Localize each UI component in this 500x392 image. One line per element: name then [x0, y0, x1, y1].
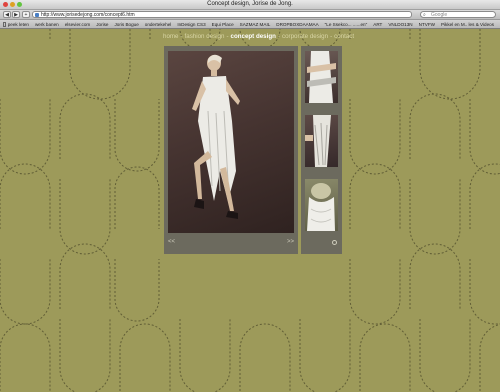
thumbnail-image[interactable]	[305, 179, 338, 231]
nav-link-contact[interactable]: contact	[334, 33, 354, 40]
page-content: home - fashion design - concept design - corpo…	[0, 29, 500, 392]
thumbnail-panel	[301, 46, 342, 254]
search-icon: ⌕	[423, 12, 426, 18]
add-bookmark-button[interactable]: +	[22, 11, 30, 18]
bookmark-item[interactable]: werk banen	[35, 22, 59, 27]
forward-button[interactable]: ▶	[12, 11, 20, 18]
nav-link-corporate-design[interactable]: corporate design	[282, 33, 328, 40]
thumbnail-detail-1	[307, 51, 336, 103]
nav-link-concept-design[interactable]: concept design	[231, 33, 276, 40]
address-text: http://www.jorisedejong.com/concept6.htm	[41, 12, 135, 18]
favicon-icon	[35, 13, 39, 17]
bookmarks-bar: peek leten werk banen elsevier.com Joris…	[0, 20, 500, 29]
zoom-window-icon[interactable]	[17, 2, 22, 7]
window-controls	[3, 2, 22, 7]
model-illustration	[192, 54, 240, 219]
next-button[interactable]: >>	[287, 239, 294, 245]
zoom-icon[interactable]	[332, 240, 337, 245]
main-gallery-panel: << >>	[164, 46, 298, 254]
back-arrow-icon: ◀	[5, 12, 9, 18]
address-bar[interactable]: http://www.jorisedejong.com/concept6.htm	[32, 11, 412, 18]
bookmark-item[interactable]: Joris Bogue	[115, 22, 139, 27]
bookmark-item[interactable]: InDesign CS3	[177, 22, 205, 27]
nav-link-fashion-design[interactable]: fashion design	[185, 33, 225, 40]
bookmark-item[interactable]: Equi Place	[212, 22, 234, 27]
bookmark-item[interactable]: SAZMAZ MAIL	[240, 22, 271, 27]
window-title: Concept design, Jorise de Jong.	[207, 1, 293, 7]
bookmark-item[interactable]: elsevier.com	[65, 22, 91, 27]
bookmark-item[interactable]: Jorise	[96, 22, 108, 27]
previous-button[interactable]: <<	[168, 239, 175, 245]
thumbnail-detail-3	[307, 183, 335, 231]
site-navigation: home - fashion design - concept design - corpo…	[163, 33, 355, 40]
bookmarks-book-icon[interactable]	[3, 21, 6, 27]
bookmark-item[interactable]: VNLDO13N	[388, 22, 412, 27]
close-window-icon[interactable]	[3, 2, 8, 7]
bookmark-item[interactable]: peek leten	[8, 22, 29, 27]
plus-icon: +	[24, 12, 28, 18]
nav-link-home[interactable]: home	[163, 33, 178, 40]
bookmark-item[interactable]: Pikkel en M.. les & Videos	[441, 22, 494, 27]
thumbnail-image[interactable]	[305, 51, 338, 103]
bookmark-item[interactable]: NTVFW	[419, 22, 435, 27]
back-button[interactable]: ◀	[3, 11, 11, 18]
thumbnail-image[interactable]	[305, 115, 338, 167]
window-titlebar: Concept design, Jorise de Jong.	[0, 0, 500, 10]
browser-toolbar: ◀ ▶ + http://www.jorisedejong.com/concep…	[0, 10, 500, 20]
bookmark-item[interactable]: DROPBOXDAAMAA	[276, 22, 318, 27]
minimize-window-icon[interactable]	[10, 2, 15, 7]
search-placeholder: Google	[431, 12, 448, 18]
bookmark-item[interactable]: "Le Ssekco... ......en"	[325, 22, 368, 27]
bookmark-item[interactable]: ondertekehel	[145, 22, 172, 27]
main-photo	[168, 51, 294, 233]
search-input[interactable]: ⌕ Google	[420, 11, 496, 18]
forward-arrow-icon: ▶	[14, 12, 18, 18]
bookmark-item[interactable]: ART	[373, 22, 382, 27]
thumbnail-detail-2	[305, 115, 331, 167]
